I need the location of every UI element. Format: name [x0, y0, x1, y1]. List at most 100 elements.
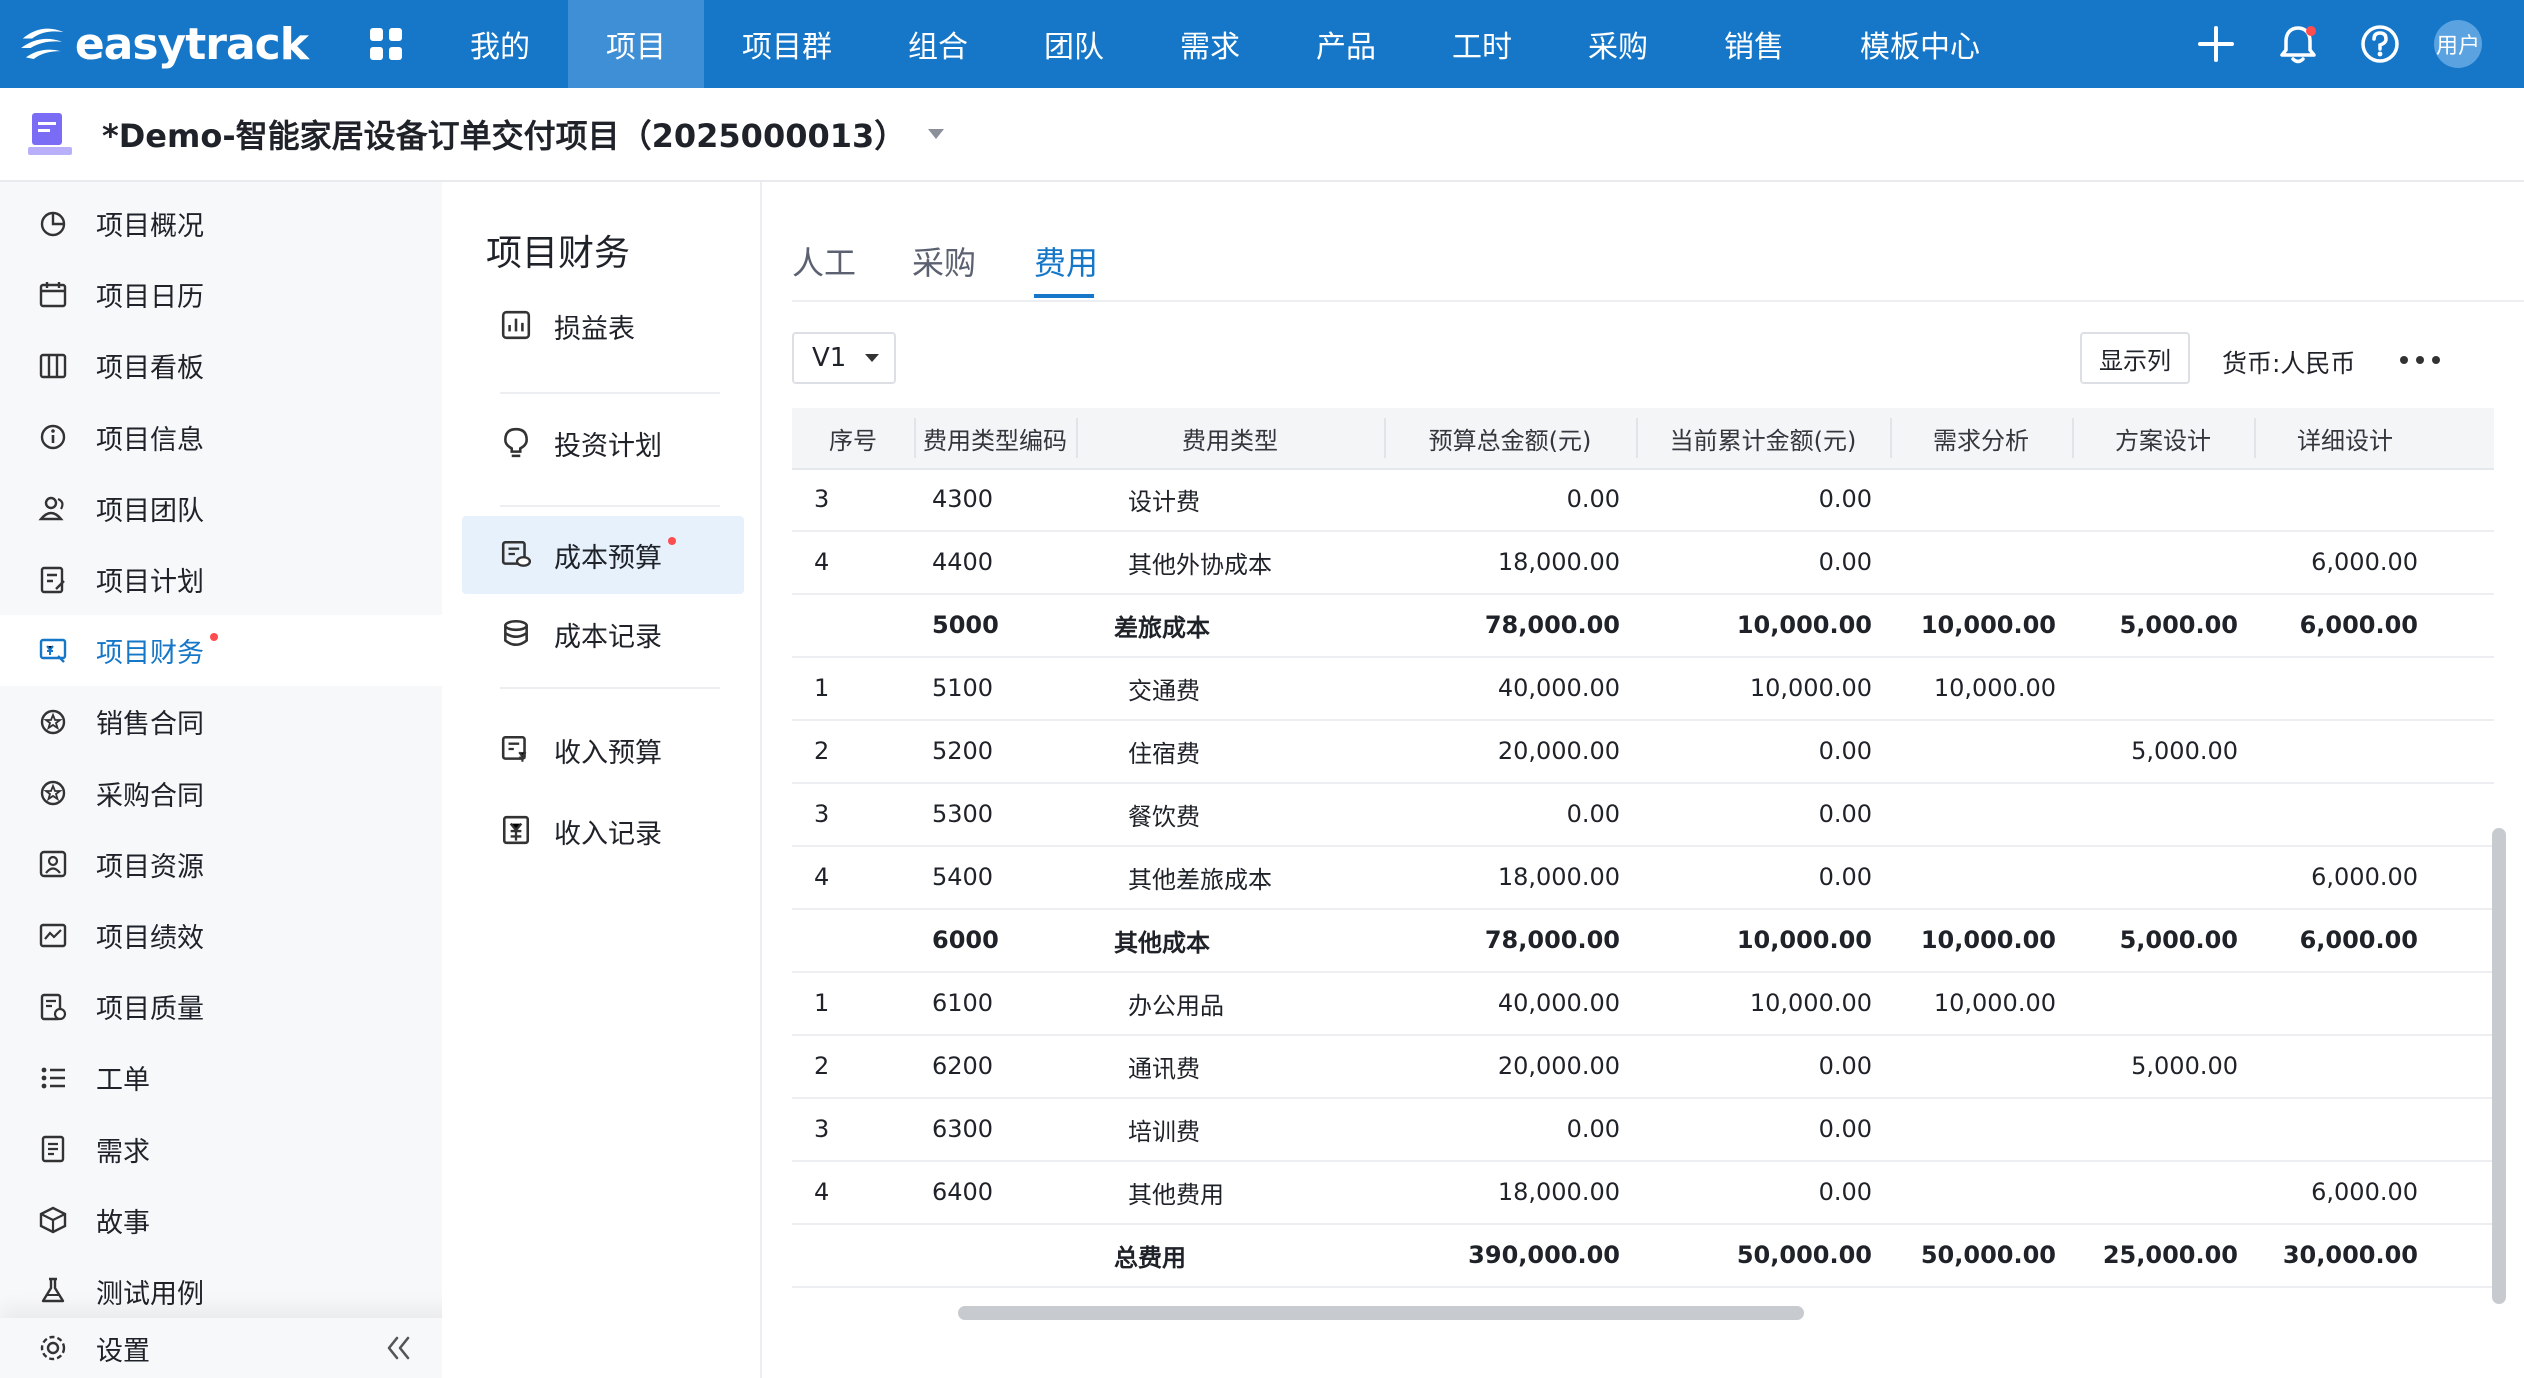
user-avatar[interactable]: 用户: [2434, 20, 2482, 68]
sidebar-item-5[interactable]: 项目计划: [0, 544, 442, 615]
chevron-down-icon[interactable]: [926, 127, 946, 141]
column-header-7[interactable]: 详细设计: [2254, 408, 2436, 468]
add-icon[interactable]: [2186, 14, 2246, 74]
column-header-6[interactable]: 方案设计: [2072, 408, 2254, 468]
tab-0[interactable]: 人工: [792, 238, 856, 284]
bell-icon[interactable]: [2268, 14, 2328, 74]
column-header-5[interactable]: 需求分析: [1890, 408, 2072, 468]
finance-menu-item-4[interactable]: 收入预算: [462, 711, 744, 789]
nav-item-0[interactable]: 我的: [432, 0, 568, 88]
sidebar-item-6[interactable]: 项目财务: [0, 615, 442, 687]
column-header-1[interactable]: 费用类型编码: [914, 408, 1076, 468]
nav-item-1[interactable]: 项目: [568, 0, 704, 88]
table-row[interactable]: 4 5400 其他差旅成本 18,000.00 0.00 6,000.00: [792, 846, 2494, 910]
cell-code: 6000: [932, 926, 999, 954]
cell-code: 6100: [932, 989, 994, 1017]
table-row[interactable]: 总费用 390,000.00 50,000.00 50,000.00 25,000.00…: [792, 1224, 2494, 1288]
table-row[interactable]: 1 5100 交通费 40,000.00 10,000.00 10,000.00: [792, 657, 2494, 721]
calendar-icon: [36, 278, 70, 312]
column-header-4[interactable]: 当前累计金额(元): [1636, 408, 1890, 468]
apps-grid-icon[interactable]: [366, 24, 406, 64]
finance-menu-item-5[interactable]: 收入记录: [462, 792, 744, 870]
sidebar-item-13[interactable]: 需求: [0, 1113, 442, 1184]
table-row[interactable]: 6000 其他成本 78,000.00 10,000.00 10,000.00 5,000…: [792, 909, 2494, 973]
cost-budget-table: 3 4300 设计费 0.00 0.00 4 4400 其他外协成本 18,000.00 0.00…: [792, 408, 2494, 1308]
nav-item-8[interactable]: 采购: [1550, 0, 1686, 88]
column-header-2[interactable]: 费用类型: [1076, 408, 1384, 468]
sidebar-item-label: 采购合同: [96, 780, 204, 812]
currency-selector[interactable]: 货币:人民币: [2222, 344, 2355, 380]
sidebar-item-7[interactable]: 销售合同: [0, 686, 442, 757]
sidebar-item-label: 故事: [96, 1207, 150, 1239]
cell-type: 交通费: [1128, 676, 1200, 705]
nav-item-7[interactable]: 工时: [1414, 0, 1550, 88]
sidebar-item-0[interactable]: 项目概况: [0, 188, 442, 259]
cell-req: [1890, 1161, 2056, 1223]
table-row[interactable]: 3 6300 培训费 0.00 0.00: [792, 1098, 2494, 1162]
cell-req: [1890, 531, 2056, 593]
finance-menu-item-1[interactable]: 投资计划: [462, 404, 744, 482]
nav-item-5[interactable]: 需求: [1142, 0, 1278, 88]
finance-menu-item-3[interactable]: 成本记录: [462, 595, 744, 673]
table-row[interactable]: 4 4400 其他外协成本 18,000.00 0.00 6,000.00: [792, 531, 2494, 595]
cell-plan: [2072, 972, 2238, 1034]
nav-item-10[interactable]: 模板中心: [1822, 0, 2018, 88]
table-row[interactable]: 3 4300 设计费 0.00 0.00: [792, 468, 2494, 532]
sidebar-item-settings[interactable]: 设置: [0, 1318, 442, 1378]
cell-req: 10,000.00: [1920, 611, 2056, 639]
cell-plan: 5,000.00: [2131, 737, 2238, 765]
project-header: *Demo-智能家居设备订单交付项目（2025000013）: [0, 88, 2524, 182]
sidebar-item-12[interactable]: 工单: [0, 1042, 442, 1113]
help-icon[interactable]: [2350, 14, 2410, 74]
notification-dot: [2306, 26, 2316, 36]
sidebar-item-label: 工单: [96, 1065, 150, 1097]
table-row[interactable]: 5000 差旅成本 78,000.00 10,000.00 10,000.00 5,000…: [792, 594, 2494, 658]
horizontal-scrollbar[interactable]: [958, 1306, 1804, 1320]
project-title[interactable]: *Demo-智能家居设备订单交付项目（2025000013）: [102, 111, 906, 157]
more-options-icon[interactable]: [2398, 354, 2442, 366]
cell-plan: 5,000.00: [2131, 1052, 2238, 1080]
cell-req: [1890, 783, 2056, 845]
table-row[interactable]: 2 5200 住宿费 20,000.00 0.00 5,000.00: [792, 720, 2494, 784]
cell-req: 10,000.00: [1920, 926, 2056, 954]
sidebar-item-9[interactable]: 项目资源: [0, 829, 442, 900]
table-row[interactable]: 2 6200 通讯费 20,000.00 0.00 5,000.00: [792, 1035, 2494, 1099]
column-header-3[interactable]: 预算总金额(元): [1384, 408, 1636, 468]
sidebar-item-11[interactable]: 项目质量: [0, 971, 442, 1042]
sidebar-item-10[interactable]: 项目绩效: [0, 900, 442, 971]
cell-type: 其他外协成本: [1128, 550, 1272, 579]
finance-menu-item-0[interactable]: 损益表: [462, 287, 744, 365]
table-row[interactable]: 3 5300 餐饮费 0.00 0.00: [792, 783, 2494, 847]
sidebar-item-1[interactable]: 项目日历: [0, 259, 442, 330]
finance-menu-item-2[interactable]: 成本预算: [462, 516, 744, 594]
tab-1[interactable]: 采购: [912, 238, 976, 284]
nav-item-3[interactable]: 组合: [870, 0, 1006, 88]
finance-menu-label: 收入记录: [554, 818, 662, 850]
cell-detail: [2254, 783, 2418, 845]
sidebar-item-14[interactable]: 故事: [0, 1185, 442, 1256]
collapse-sidebar-icon[interactable]: [380, 1330, 416, 1366]
cell-no: 4: [814, 1178, 830, 1206]
nav-item-4[interactable]: 团队: [1006, 0, 1142, 88]
sidebar-item-3[interactable]: 项目信息: [0, 402, 442, 473]
sidebar-item-8[interactable]: 采购合同: [0, 758, 442, 829]
show-columns-button[interactable]: 显示列: [2080, 332, 2190, 384]
tab-2[interactable]: 费用: [1034, 238, 1098, 284]
sidebar-item-4[interactable]: 项目团队: [0, 473, 442, 544]
active-tab-underline: [1034, 294, 1094, 298]
table-row[interactable]: 4 6400 其他费用 18,000.00 0.00 6,000.00: [792, 1161, 2494, 1225]
nav-item-2[interactable]: 项目群: [704, 0, 870, 88]
nav-item-9[interactable]: 销售: [1686, 0, 1822, 88]
sidebar-item-2[interactable]: 项目看板: [0, 330, 442, 401]
version-select[interactable]: V1: [792, 332, 896, 384]
cell-no: 1: [814, 674, 830, 702]
cell-req: [1890, 720, 2056, 782]
sidebar-item-15[interactable]: 测试用例: [0, 1256, 442, 1327]
nav-item-6[interactable]: 产品: [1278, 0, 1414, 88]
cell-detail: 6,000.00: [2311, 863, 2418, 891]
brand-logo[interactable]: easytrack: [18, 0, 309, 88]
cell-req: [1890, 846, 2056, 908]
vertical-scrollbar[interactable]: [2492, 828, 2506, 1304]
column-header-0[interactable]: 序号: [792, 408, 914, 468]
table-row[interactable]: 1 6100 办公用品 40,000.00 10,000.00 10,000.00: [792, 972, 2494, 1036]
